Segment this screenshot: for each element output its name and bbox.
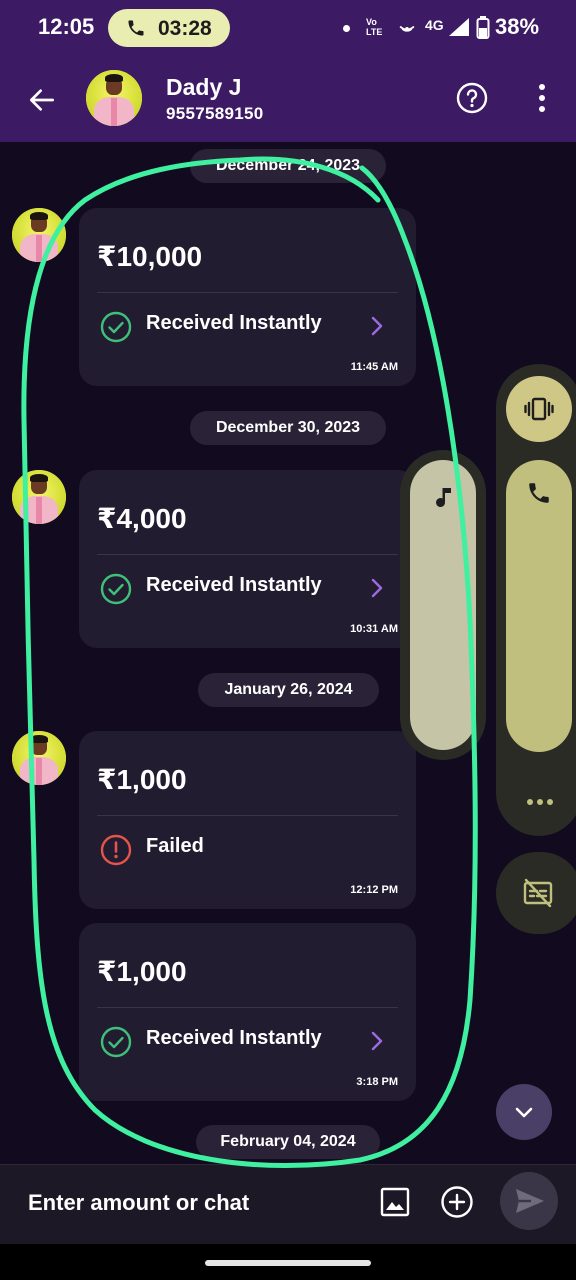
contact-phone: 9557589150 [166,104,264,123]
message-input[interactable]: Enter amount or chat [28,1190,249,1216]
more-horiz-icon[interactable] [526,793,554,811]
battery-percent: 38% [495,14,540,39]
divider [97,554,398,555]
music-note-icon [432,486,454,517]
payment-amount: ₹10,000 [97,241,203,272]
divider [97,1007,398,1008]
date-separator: January 26, 2024 [198,673,379,707]
chevron-right-icon[interactable] [370,578,384,603]
volte-icon: Vo LTE [366,17,383,37]
network-type: 4G [425,17,444,33]
home-gesture-handle[interactable] [205,1260,371,1266]
chat-header: Dady J 9557589150 [0,56,576,142]
payment-status: Failed [146,835,204,857]
date-separator: December 30, 2023 [190,411,386,445]
chevron-right-icon[interactable] [370,1031,384,1056]
chevron-right-icon[interactable] [370,316,384,341]
check-circle-icon [100,1026,132,1063]
add-circle-icon[interactable] [440,1185,474,1224]
payment-card[interactable]: ₹4,000 Received Instantly 10:31 AM [79,470,416,648]
call-timer: 03:28 [158,17,212,40]
help-icon[interactable] [456,82,488,119]
composer-bar: Enter amount or chat [0,1164,576,1244]
divider [97,815,398,816]
check-circle-icon [100,311,132,348]
send-icon [514,1187,546,1220]
media-volume-slider[interactable] [410,460,476,750]
contact-name[interactable]: Dady J [166,74,241,101]
phone-icon [126,18,146,43]
payment-amount: ₹4,000 [97,503,187,534]
sender-avatar [12,470,66,524]
scroll-to-bottom-button[interactable] [496,1084,552,1140]
status-bar: 12:05 03:28 Vo LTE 4G 38% [0,0,576,56]
payment-status: Received Instantly [146,574,322,596]
send-button[interactable] [500,1172,558,1230]
call-volume-slider[interactable] [506,460,572,752]
back-arrow-icon[interactable] [26,84,58,121]
vibrate-icon [523,393,555,430]
battery-icon [476,16,490,45]
contact-avatar[interactable] [86,70,142,126]
live-caption-toggle[interactable] [496,852,576,934]
payment-card[interactable]: ₹10,000 Received Instantly 11:45 AM [79,208,416,386]
sender-avatar [12,731,66,785]
navigation-bar [0,1244,576,1280]
sender-avatar [12,208,66,262]
payment-amount: ₹1,000 [97,956,187,987]
chevron-down-icon [513,1103,535,1126]
message-time: 12:12 PM [350,884,398,896]
payment-status: Received Instantly [146,1027,322,1049]
message-time: 10:31 AM [350,623,398,635]
payment-amount: ₹1,000 [97,764,187,795]
phone-icon [526,480,552,511]
signal-icon [448,17,470,42]
check-circle-icon [100,573,132,610]
payment-status: Received Instantly [146,312,322,334]
divider [97,292,398,293]
more-vert-icon[interactable] [530,82,554,119]
ongoing-call-chip[interactable]: 03:28 [108,9,230,47]
vibrate-toggle[interactable] [506,376,572,442]
message-time: 3:18 PM [356,1076,398,1088]
date-separator: December 24, 2023 [190,149,386,183]
hotspot-icon [396,16,418,43]
image-icon[interactable] [380,1187,410,1222]
captions-off-icon [522,878,554,913]
payment-card[interactable]: ₹1,000 Failed 12:12 PM [79,731,416,909]
media-volume-panel [400,450,486,760]
payment-card[interactable]: ₹1,000 Received Instantly 3:18 PM [79,923,416,1101]
status-time: 12:05 [38,14,95,39]
error-circle-icon [100,834,132,871]
notification-dot-icon [343,25,350,32]
message-time: 11:45 AM [350,361,398,373]
volume-side-panel [496,364,576,836]
date-separator: February 04, 2024 [196,1125,380,1159]
